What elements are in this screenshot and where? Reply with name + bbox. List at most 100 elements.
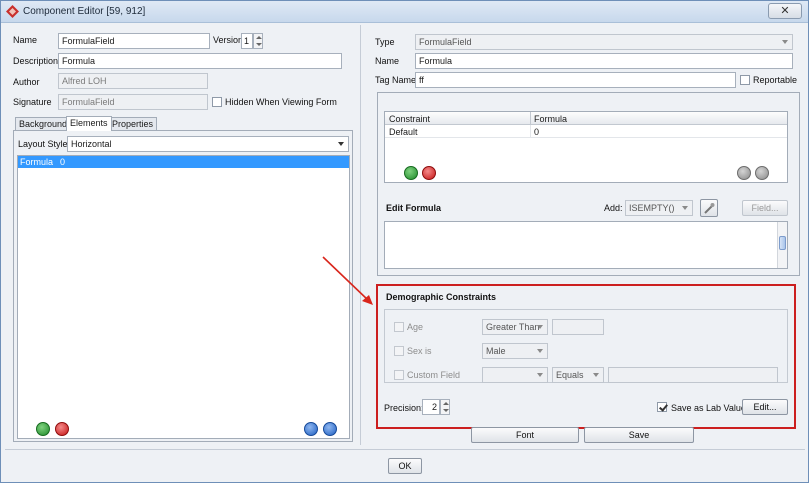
constraint-up-button[interactable] bbox=[737, 166, 751, 180]
age-checkbox[interactable] bbox=[394, 322, 404, 332]
scroll-thumb[interactable] bbox=[779, 236, 786, 250]
name-input[interactable]: FormulaField bbox=[58, 33, 210, 49]
cell-formula: 0 bbox=[534, 127, 540, 137]
constraint-table[interactable]: Constraint Formula Default 0 bbox=[384, 111, 788, 183]
tagname-input[interactable]: ff bbox=[415, 72, 736, 88]
window-title: Component Editor [59, 912] bbox=[23, 6, 146, 17]
chevron-down-icon bbox=[537, 349, 543, 353]
layout-style-value: Horizontal bbox=[71, 139, 112, 149]
add-constraint-button[interactable] bbox=[404, 166, 418, 180]
formula-panel: Constraint Formula Default 0 Edit Formul… bbox=[377, 92, 800, 276]
table-row[interactable]: Default 0 bbox=[385, 125, 787, 138]
sex-value: Male bbox=[486, 346, 506, 356]
client-area: Name FormulaField Version 1 Description … bbox=[5, 25, 805, 480]
precision-stepper[interactable] bbox=[440, 399, 450, 415]
footer-divider bbox=[5, 449, 805, 450]
demographic-title: Demographic Constraints bbox=[386, 292, 497, 302]
author-label: Author bbox=[13, 77, 40, 87]
sex-checkbox[interactable] bbox=[394, 346, 404, 356]
insert-function-button[interactable] bbox=[700, 199, 718, 217]
type-label: Type bbox=[375, 37, 395, 47]
field-button[interactable]: Field... bbox=[742, 200, 788, 216]
move-down-button[interactable] bbox=[323, 422, 337, 436]
right-name-input[interactable]: Formula bbox=[415, 53, 793, 69]
add-element-button[interactable] bbox=[36, 422, 50, 436]
remove-element-button[interactable] bbox=[55, 422, 69, 436]
type-value: FormulaField bbox=[419, 37, 472, 47]
list-item[interactable]: Formula 0 bbox=[18, 156, 349, 168]
chevron-down-icon bbox=[537, 373, 543, 377]
add-function-select[interactable]: ISEMPTY() bbox=[625, 200, 693, 216]
age-value-input[interactable] bbox=[552, 319, 604, 335]
save-button[interactable]: Save bbox=[584, 427, 694, 443]
font-button[interactable]: Font bbox=[471, 427, 579, 443]
element-name: Formula bbox=[20, 157, 54, 167]
precision-label: Precision: bbox=[384, 403, 424, 413]
component-editor-window: Component Editor [59, 912] ✕ Name Formul… bbox=[0, 0, 809, 483]
custom-value-input[interactable] bbox=[608, 367, 778, 383]
close-window-button[interactable]: ✕ bbox=[768, 3, 802, 19]
version-label: Version bbox=[213, 35, 244, 45]
title-bar: Component Editor [59, 912] ✕ bbox=[1, 1, 808, 23]
tab-background[interactable]: Background bbox=[15, 117, 72, 131]
layout-style-select[interactable]: Horizontal bbox=[67, 136, 349, 152]
custom-operator-select[interactable]: Equals bbox=[552, 367, 604, 383]
formula-editor[interactable] bbox=[384, 221, 788, 269]
edit-formula-label: Edit Formula bbox=[386, 203, 442, 213]
formula-scrollbar[interactable] bbox=[777, 222, 787, 268]
header-constraint: Constraint bbox=[389, 114, 431, 124]
elements-tab-panel: Layout Style Horizontal Formula 0 bbox=[13, 130, 353, 442]
chevron-down-icon bbox=[593, 373, 599, 377]
description-input[interactable]: Formula bbox=[58, 53, 342, 69]
save-lab-label: Save as Lab Value bbox=[671, 403, 746, 413]
age-operator-value: Greater Than bbox=[486, 322, 540, 332]
age-label: Age bbox=[407, 322, 424, 332]
tab-elements[interactable]: Elements bbox=[66, 116, 112, 131]
demographic-constraints-box: Demographic Constraints Age Greater Than… bbox=[376, 284, 796, 429]
sex-select[interactable]: Male bbox=[482, 343, 548, 359]
chevron-down-icon bbox=[537, 325, 543, 329]
custom-field-checkbox[interactable] bbox=[394, 370, 404, 380]
save-lab-checkbox[interactable] bbox=[657, 402, 667, 412]
close-icon: ✕ bbox=[780, 5, 790, 17]
description-label: Description bbox=[13, 56, 59, 66]
hidden-label: Hidden When Viewing Form bbox=[225, 97, 337, 107]
version-input[interactable]: 1 bbox=[241, 33, 253, 49]
signature-field: FormulaField bbox=[58, 94, 208, 110]
precision-input[interactable]: 2 bbox=[422, 399, 440, 415]
app-icon bbox=[6, 5, 19, 18]
add-function-value: ISEMPTY() bbox=[629, 203, 675, 213]
tab-properties[interactable]: Properties bbox=[108, 117, 158, 131]
sex-label: Sex is bbox=[407, 346, 432, 356]
chevron-down-icon bbox=[338, 142, 344, 146]
reportable-checkbox[interactable] bbox=[740, 75, 750, 85]
author-field: Alfred LOH bbox=[58, 73, 208, 89]
chevron-down-icon bbox=[682, 206, 688, 210]
annotation-arrow-icon bbox=[322, 256, 373, 305]
type-select[interactable]: FormulaField bbox=[415, 34, 793, 50]
signature-label: Signature bbox=[13, 97, 52, 107]
custom-field-label: Custom Field bbox=[407, 370, 461, 380]
age-operator-select[interactable]: Greater Than bbox=[482, 319, 548, 335]
magic-wand-icon bbox=[704, 203, 715, 214]
tagname-label: Tag Name bbox=[375, 75, 417, 85]
constraint-down-button[interactable] bbox=[755, 166, 769, 180]
add-label: Add: bbox=[604, 203, 623, 213]
custom-field-select[interactable] bbox=[482, 367, 548, 383]
remove-constraint-button[interactable] bbox=[422, 166, 436, 180]
edit-lab-button[interactable]: Edit... bbox=[742, 399, 788, 415]
cell-constraint: Default bbox=[389, 127, 418, 137]
version-stepper[interactable] bbox=[253, 33, 263, 49]
name-label: Name bbox=[13, 35, 38, 45]
custom-operator-value: Equals bbox=[556, 370, 584, 380]
elements-list[interactable]: Formula 0 bbox=[17, 155, 350, 439]
hidden-checkbox[interactable] bbox=[212, 97, 222, 107]
right-name-label: Name bbox=[375, 56, 400, 66]
pane-divider bbox=[360, 25, 361, 445]
element-value: 0 bbox=[60, 157, 66, 167]
chevron-down-icon bbox=[782, 40, 788, 44]
header-formula: Formula bbox=[534, 114, 568, 124]
column-divider bbox=[530, 112, 531, 125]
move-up-button[interactable] bbox=[304, 422, 318, 436]
ok-button[interactable]: OK bbox=[388, 458, 422, 474]
